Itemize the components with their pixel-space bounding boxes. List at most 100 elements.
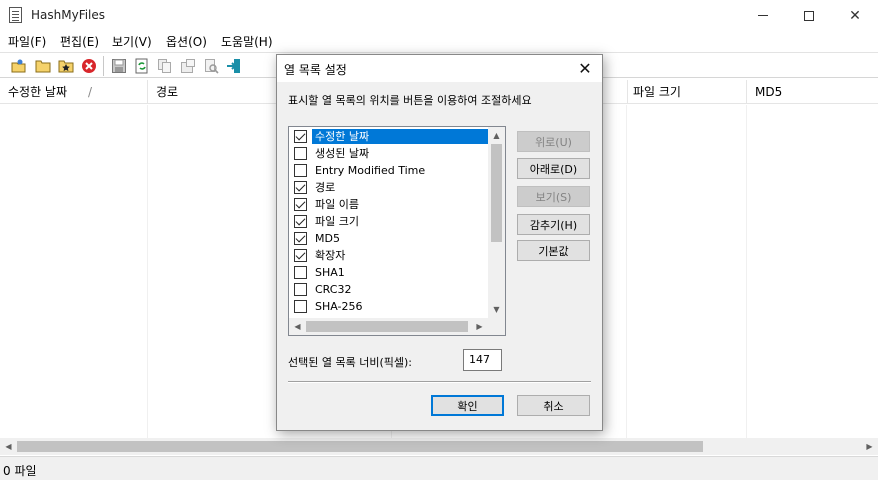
scroll-left-icon[interactable]: ◀	[0, 438, 17, 455]
open-file-button[interactable]	[10, 57, 28, 75]
column-checkbox[interactable]	[294, 249, 307, 262]
column-checkbox[interactable]	[294, 300, 307, 313]
column-option-label: 파일 크기	[315, 215, 359, 228]
column-option-label: 확장자	[315, 249, 346, 262]
column-option-label: 수정한 날짜	[312, 129, 488, 144]
column-divider	[147, 105, 148, 438]
column-option-path[interactable]: 경로	[290, 179, 490, 196]
add-favorite-button[interactable]	[57, 57, 75, 75]
close-button[interactable]: ✕	[832, 0, 878, 31]
column-option-modified-date[interactable]: 수정한 날짜	[290, 128, 490, 145]
column-checkbox[interactable]	[294, 232, 307, 245]
column-checkbox[interactable]	[294, 181, 307, 194]
refresh-button[interactable]	[133, 57, 151, 75]
column-checkbox[interactable]	[294, 283, 307, 296]
column-checkbox[interactable]	[294, 130, 307, 143]
cancel-button[interactable]: 취소	[517, 395, 590, 416]
column-header-modified[interactable]: 수정한 날짜 /	[0, 80, 148, 104]
move-up-button[interactable]: 위로(U)	[517, 131, 590, 152]
open-folder-icon	[35, 60, 51, 73]
column-option-sha256[interactable]: SHA-256	[290, 298, 490, 315]
app-title: HashMyFiles	[31, 8, 106, 22]
column-option-md5[interactable]: MD5	[290, 230, 490, 247]
toolbar-separator	[103, 56, 104, 76]
column-option-label: CRC32	[315, 283, 352, 296]
menu-options[interactable]: 옵션(O)	[166, 33, 207, 50]
column-option-label: SHA-256	[315, 300, 363, 313]
width-label: 선택된 열 목록 너비(픽셀):	[288, 356, 412, 369]
column-divider	[746, 105, 747, 438]
menu-file[interactable]: 파일(F)	[8, 33, 46, 50]
copy-icon	[158, 59, 171, 73]
column-checkbox[interactable]	[294, 198, 307, 211]
column-settings-dialog: 열 목록 설정 ✕ 표시할 열 목록의 위치를 버튼을 이용하여 조절하세요 수…	[276, 54, 603, 431]
exit-icon	[227, 59, 240, 73]
dialog-close-button[interactable]: ✕	[570, 57, 600, 80]
move-down-button[interactable]: 아래로(D)	[517, 158, 590, 179]
column-option-crc32[interactable]: CRC32	[290, 281, 490, 298]
dialog-title: 열 목록 설정	[284, 63, 347, 77]
column-checkbox[interactable]	[294, 164, 307, 177]
minimize-icon	[758, 15, 768, 16]
maximize-icon	[804, 10, 814, 21]
close-icon: ✕	[849, 7, 861, 24]
list-horizontal-scrollbar[interactable]: ◀ ▶	[289, 318, 488, 335]
exit-button[interactable]	[225, 57, 243, 75]
ok-button[interactable]: 확인	[431, 395, 504, 416]
properties-button[interactable]	[179, 57, 197, 75]
column-checkbox[interactable]	[294, 266, 307, 279]
stop-icon	[82, 59, 96, 73]
menu-bar: 파일(F) 편집(E) 보기(V) 옵션(O) 도움말(H)	[0, 31, 878, 51]
default-button[interactable]: 기본값	[517, 240, 590, 261]
column-checkbox[interactable]	[294, 147, 307, 160]
column-option-entry-modified[interactable]: Entry Modified Time	[290, 162, 490, 179]
dialog-title-bar: 열 목록 설정 ✕	[277, 55, 602, 82]
scroll-up-icon[interactable]: ▲	[488, 127, 505, 144]
column-option-label: SHA1	[315, 266, 345, 279]
scroll-right-icon[interactable]: ▶	[861, 438, 878, 455]
column-option-label: MD5	[315, 232, 340, 245]
properties-icon	[181, 59, 195, 73]
scrollbar-thumb[interactable]	[17, 441, 703, 452]
open-file-icon	[11, 59, 26, 73]
menu-edit[interactable]: 편집(E)	[60, 33, 99, 50]
column-checkbox[interactable]	[294, 215, 307, 228]
copy-button[interactable]	[156, 57, 174, 75]
sort-indicator-icon: /	[88, 85, 93, 99]
column-option-filesize[interactable]: 파일 크기	[290, 213, 490, 230]
find-icon	[205, 59, 219, 74]
save-button[interactable]	[110, 57, 128, 75]
scrollbar-thumb[interactable]	[306, 321, 468, 332]
add-favorite-icon	[58, 60, 74, 73]
column-option-extension[interactable]: 확장자	[290, 247, 490, 264]
column-option-sha1[interactable]: SHA1	[290, 264, 490, 281]
show-button[interactable]: 보기(S)	[517, 186, 590, 207]
column-checklist[interactable]: 수정한 날짜 생성된 날짜 Entry Modified Time 경로 파일 …	[288, 126, 506, 336]
dialog-separator	[288, 381, 591, 383]
horizontal-scrollbar[interactable]: ◀ ▶	[0, 438, 878, 455]
find-button[interactable]	[202, 57, 220, 75]
column-header-size[interactable]: 파일 크기	[625, 80, 747, 104]
scroll-down-icon[interactable]: ▼	[488, 301, 505, 318]
hide-button[interactable]: 감추기(H)	[517, 214, 590, 235]
menu-help[interactable]: 도움말(H)	[221, 33, 273, 50]
column-option-filename[interactable]: 파일 이름	[290, 196, 490, 213]
column-option-label: 파일 이름	[315, 198, 359, 211]
menu-view[interactable]: 보기(V)	[112, 33, 152, 50]
column-header-md5[interactable]: MD5	[747, 80, 878, 104]
column-width-input[interactable]: 147	[463, 349, 502, 371]
title-bar: HashMyFiles ✕	[0, 0, 878, 31]
list-vertical-scrollbar[interactable]: ▲ ▼	[488, 127, 505, 318]
minimize-button[interactable]	[740, 0, 786, 31]
maximize-button[interactable]	[786, 0, 832, 31]
scrollbar-thumb[interactable]	[491, 144, 502, 242]
open-folder-button[interactable]	[34, 57, 52, 75]
scroll-left-icon[interactable]: ◀	[289, 318, 306, 335]
scroll-right-icon[interactable]: ▶	[471, 318, 488, 335]
save-icon	[112, 59, 126, 73]
column-header-label: 파일 크기	[633, 85, 681, 99]
column-option-label: Entry Modified Time	[315, 164, 426, 177]
column-option-created-date[interactable]: 생성된 날짜	[290, 145, 490, 162]
column-divider	[626, 105, 627, 438]
stop-button[interactable]	[80, 57, 98, 75]
